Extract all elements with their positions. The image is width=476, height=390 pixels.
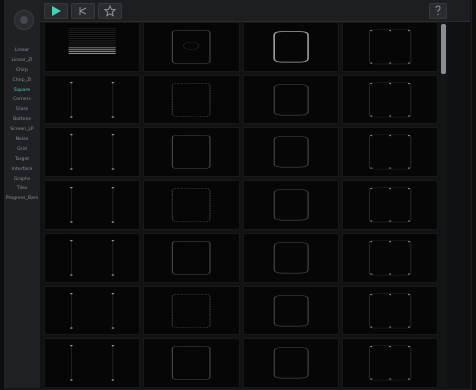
preset-thumbnail[interactable]: [341, 74, 438, 125]
preset-thumbnail[interactable]: [143, 232, 240, 283]
sidebar-item[interactable]: Grid: [4, 145, 40, 155]
preset-thumbnail[interactable]: [44, 22, 141, 72]
sidebar: Linear Linear_ZI Chirp Chirp_ZI Square Corner…: [4, 0, 40, 388]
preset-thumbnail[interactable]: [341, 232, 438, 283]
preset-thumbnail[interactable]: [44, 285, 141, 336]
preset-thumbnail[interactable]: [341, 127, 438, 178]
preset-grid: [44, 22, 438, 388]
preset-thumbnail[interactable]: [143, 74, 240, 125]
preset-thumbnail[interactable]: [143, 22, 240, 72]
preset-thumbnail[interactable]: [242, 74, 339, 125]
sidebar-item[interactable]: Graphs: [4, 175, 40, 185]
help-icon: [435, 5, 441, 16]
play-button[interactable]: [44, 3, 68, 19]
preset-thumbnail[interactable]: [143, 338, 240, 388]
preset-thumbnail[interactable]: [242, 338, 339, 388]
preset-thumbnail[interactable]: [341, 180, 438, 230]
sidebar-item[interactable]: Interface: [4, 165, 40, 175]
scrollbar-thumb[interactable]: [441, 24, 446, 74]
preset-thumbnail[interactable]: [242, 232, 339, 283]
help-button[interactable]: [429, 3, 447, 19]
preset-thumbnail[interactable]: [143, 180, 240, 230]
tool-button[interactable]: [71, 3, 95, 19]
sidebar-item[interactable]: Corners: [4, 95, 40, 105]
sidebar-item[interactable]: Screen_LP: [4, 125, 40, 135]
preset-thumbnail[interactable]: [242, 127, 339, 178]
preset-thumbnail[interactable]: [242, 180, 339, 230]
favorites-button[interactable]: [98, 3, 122, 19]
preset-thumbnail[interactable]: [44, 338, 141, 388]
preset-thumbnail[interactable]: [44, 232, 141, 283]
sidebar-item[interactable]: Square: [4, 86, 40, 96]
sidebar-item[interactable]: Progress_Bars: [4, 194, 40, 204]
app-logo: [14, 10, 34, 30]
sidebar-list: Linear Linear_ZI Chirp Chirp_ZI Square Corner…: [4, 46, 40, 204]
preset-thumbnail[interactable]: [242, 285, 339, 336]
preset-thumbnail[interactable]: [143, 127, 240, 178]
preset-thumbnail[interactable]: [242, 22, 339, 72]
tool-icon: [79, 7, 87, 15]
sidebar-item[interactable]: Tiles: [4, 184, 40, 194]
preset-thumbnail[interactable]: [341, 285, 438, 336]
scrollbar-track[interactable]: [440, 22, 447, 388]
right-panel: [449, 22, 470, 388]
toolbar: [40, 0, 470, 22]
sidebar-item[interactable]: Glass: [4, 105, 40, 115]
sidebar-item[interactable]: Noise: [4, 135, 40, 145]
sidebar-item[interactable]: Linear: [4, 46, 40, 56]
star-icon: [104, 5, 116, 17]
sidebar-item[interactable]: Linear_ZI: [4, 56, 40, 66]
sidebar-item[interactable]: Chirp: [4, 66, 40, 76]
preset-thumbnail[interactable]: [44, 127, 141, 178]
preset-thumbnail[interactable]: [341, 338, 438, 388]
preset-thumbnail[interactable]: [341, 22, 438, 72]
sidebar-item[interactable]: Buttons: [4, 115, 40, 125]
preset-thumbnail[interactable]: [44, 180, 141, 230]
sidebar-item[interactable]: Chirp_ZI: [4, 76, 40, 86]
sidebar-item[interactable]: Target: [4, 155, 40, 165]
preset-thumbnail[interactable]: [44, 74, 141, 125]
preset-thumbnail[interactable]: [143, 285, 240, 336]
play-icon: [52, 6, 61, 16]
